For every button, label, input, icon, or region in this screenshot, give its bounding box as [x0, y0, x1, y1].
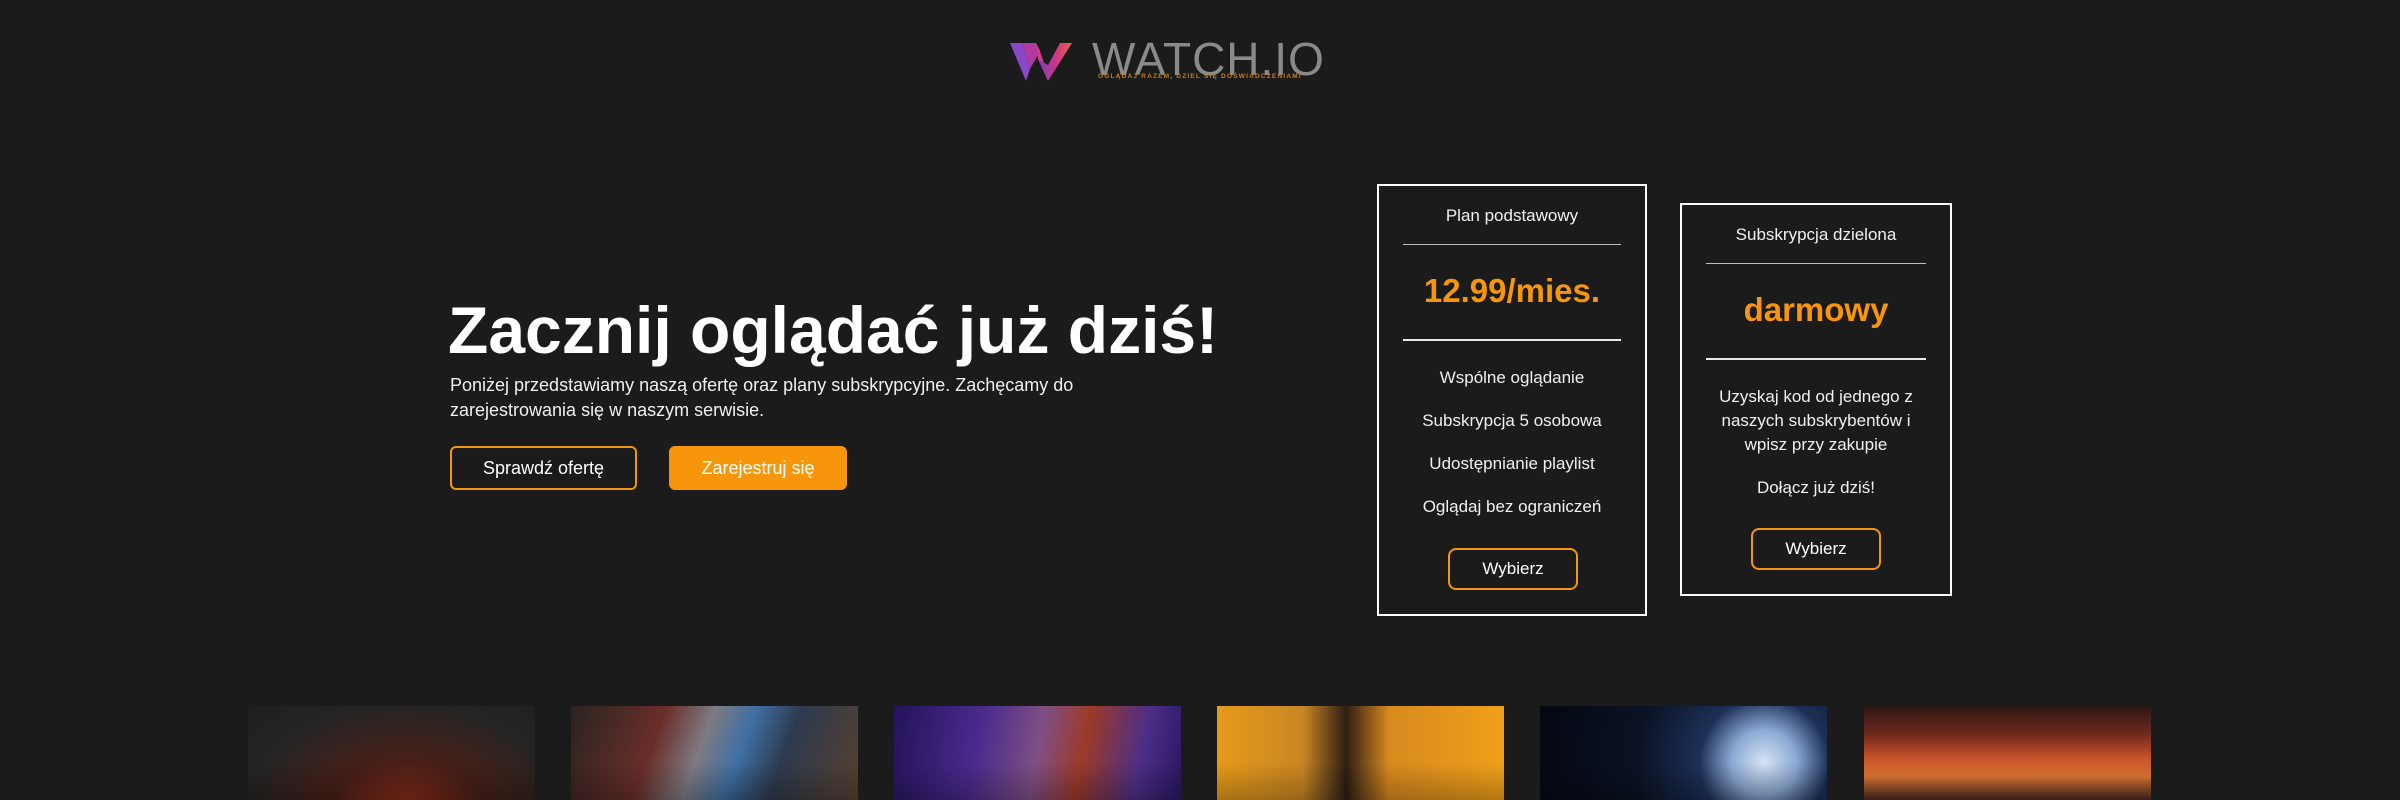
plan-price: darmowy	[1743, 291, 1889, 328]
poster-shade	[1217, 706, 1504, 800]
plan-feature: Udostępnianie playlist	[1429, 454, 1595, 473]
register-button[interactable]: Zarejestruj się	[669, 446, 847, 490]
check-offer-button[interactable]: Sprawdź ofertę	[450, 446, 637, 490]
plan-cta-text: Dołącz już dziś!	[1756, 478, 1876, 497]
plan-feature: Oglądaj bez ograniczeń	[1422, 497, 1602, 516]
plan-divider	[1403, 244, 1621, 245]
movie-poster[interactable]	[1540, 706, 1827, 800]
hero-title: Zacznij oglądać już dziś!	[448, 293, 1219, 367]
brand-tagline: OGLĄDAJ RAZEM, DZIEL SIĘ DOŚWIADCZENIAMI	[1098, 73, 1302, 80]
plan-price: 12.99/mies.	[1423, 272, 1601, 309]
poster-shade	[1864, 706, 2151, 800]
plan-divider	[1706, 358, 1926, 360]
poster-shade	[894, 706, 1181, 800]
plan-card-basic: Plan podstawowy 12.99/mies. Wspólne oglą…	[1377, 184, 1647, 616]
choose-shared-plan-button[interactable]: Wybierz	[1751, 528, 1881, 570]
plan-feature: Subskrypcja 5 osobowa	[1422, 411, 1602, 430]
poster-shade	[248, 706, 535, 800]
movie-poster[interactable]	[571, 706, 858, 800]
hero-description: Poniżej przedstawiamy naszą ofertę oraz …	[450, 375, 1074, 420]
plan-note: Uzyskaj kod od jednego z naszych subskry…	[1719, 387, 1913, 454]
poster-shade	[1540, 706, 1827, 800]
landing-page: WATCH.IO OGLĄDAJ RAZEM, DZIEL SIĘ DOŚWIA…	[0, 0, 2400, 800]
plan-divider	[1706, 263, 1926, 264]
choose-basic-plan-button[interactable]: Wybierz	[1448, 548, 1578, 590]
plan-title: Plan podstawowy	[1445, 206, 1579, 225]
poster-shade	[571, 706, 858, 800]
movie-poster[interactable]	[1864, 706, 2151, 800]
brand-logo[interactable]: WATCH.IO OGLĄDAJ RAZEM, DZIEL SIĘ DOŚWIA…	[1010, 34, 1324, 84]
plan-feature: Wspólne oglądanie	[1439, 368, 1585, 387]
plan-title: Subskrypcja dzielona	[1735, 225, 1897, 244]
movie-poster[interactable]	[1217, 706, 1504, 800]
w-logo-icon	[1010, 43, 1072, 81]
movie-poster[interactable]	[894, 706, 1181, 800]
plan-card-shared: Subskrypcja dzielona darmowy Uzyskaj kod…	[1680, 203, 1952, 596]
movie-poster[interactable]	[248, 706, 535, 800]
plan-divider	[1403, 339, 1621, 341]
